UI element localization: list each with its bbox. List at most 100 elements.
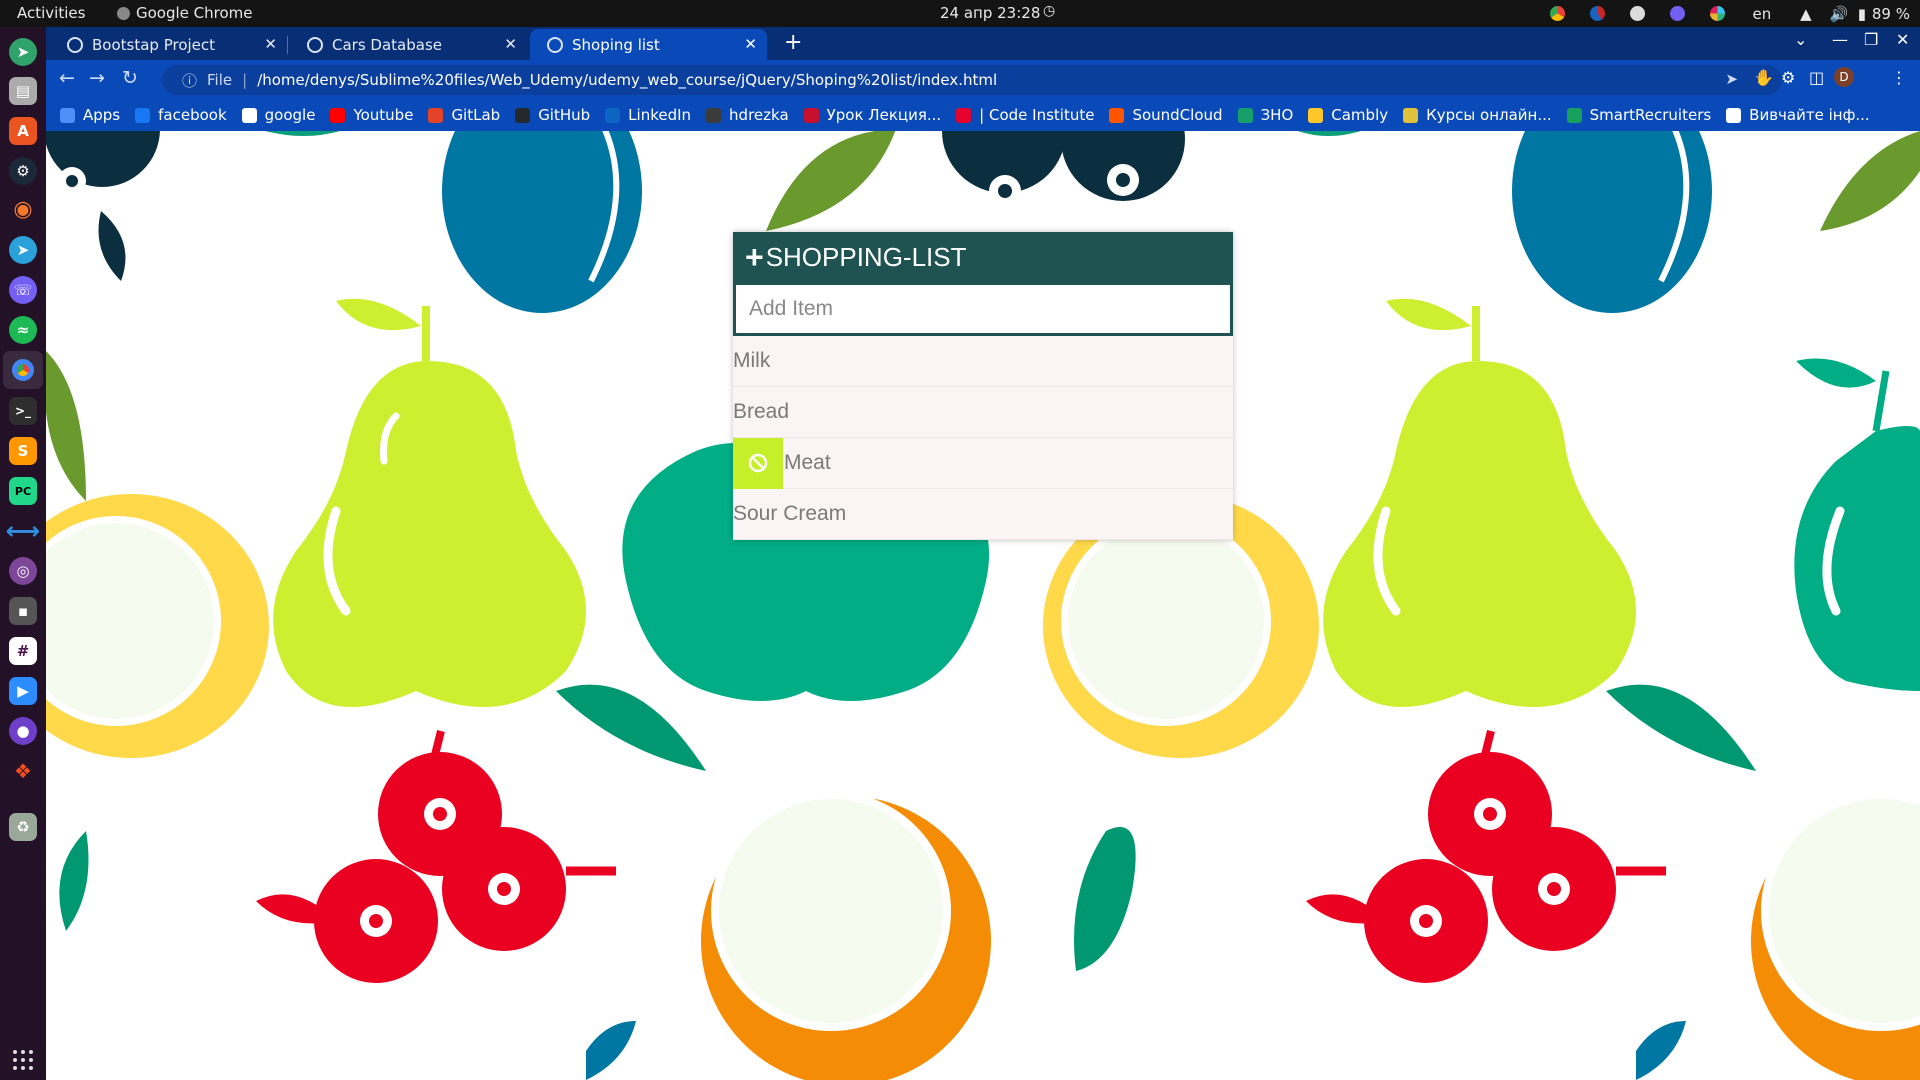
bookmark-item[interactable]: Курсы онлайн... [1403, 106, 1552, 124]
ban-icon [748, 453, 768, 473]
chrome-alt-tray-icon[interactable] [1578, 3, 1618, 24]
forward-button[interactable]: → [89, 67, 105, 89]
viber-icon[interactable]: ☏ [9, 276, 37, 304]
system-tray[interactable]: en ▲ 🔊 ▮ 89 % [1538, 3, 1910, 24]
terminal-icon[interactable]: >_ [9, 397, 37, 425]
trash-icon[interactable]: ♻ [9, 813, 37, 841]
bookmark-item[interactable]: SoundCloud [1109, 106, 1223, 124]
bookmark-label: facebook [158, 106, 227, 124]
chrome-dock-icon[interactable] [3, 351, 43, 389]
add-toggle-icon[interactable]: + [745, 241, 764, 273]
bookmark-item[interactable]: Youtube [330, 106, 413, 124]
bookmark-label: hdrezka [729, 106, 789, 124]
bookmark-item[interactable]: facebook [135, 106, 227, 124]
wifi-icon[interactable]: ▲ [1786, 3, 1826, 24]
delete-item-button[interactable] [733, 437, 783, 489]
tab-bootstrap-project[interactable]: Bootstap Project ✕ [50, 29, 288, 60]
menu-kebab-icon[interactable]: ⋮ [1891, 68, 1907, 87]
bookmark-item[interactable]: Cambly [1308, 106, 1388, 124]
send-to-devices-icon[interactable]: ➤ [1725, 70, 1738, 88]
tab-search-icon[interactable]: ⌄ [1794, 30, 1807, 49]
language-indicator[interactable]: en [1738, 3, 1786, 24]
clock[interactable]: 24 апр 23:28 [940, 4, 1040, 22]
show-applications-icon[interactable] [13, 1050, 33, 1070]
new-tab-button[interactable]: + [784, 30, 802, 55]
globe-icon [307, 36, 323, 53]
minimize-button[interactable]: — [1832, 30, 1848, 49]
side-panel-icon[interactable]: ◫ [1809, 68, 1824, 87]
bookmark-item[interactable]: GitHub [515, 106, 590, 124]
list-item[interactable]: Sour Cream [733, 489, 1233, 540]
list-item[interactable]: Bread [733, 387, 1233, 438]
telegram-icon[interactable]: ➤ [9, 236, 37, 264]
pycharm-icon[interactable]: PC [9, 477, 37, 505]
add-item-input[interactable] [733, 282, 1233, 336]
bookmark-label: Apps [83, 106, 121, 124]
vscode-icon[interactable]: ⟷ [6, 517, 40, 545]
bookmark-item[interactable]: google [241, 106, 316, 124]
slack-icon[interactable]: # [9, 637, 37, 665]
software-center-icon[interactable]: A [9, 117, 37, 145]
chrome-tray-icon[interactable] [1538, 3, 1578, 24]
browser-toolbar: ← → ↻ ⓘ File | /home/denys/Sublime%20fil… [46, 60, 1920, 99]
list-item[interactable]: Milk [733, 336, 1233, 387]
page-viewport: + SHOPPING-LIST Milk Bread Meat [46, 131, 1920, 1080]
bookmark-label: SoundCloud [1132, 106, 1223, 124]
volume-icon[interactable]: 🔊 [1826, 3, 1852, 24]
sublime-text-icon[interactable]: S [9, 437, 37, 465]
close-tab-icon[interactable]: ✕ [264, 35, 277, 53]
github-desktop-icon[interactable]: ● [9, 717, 37, 745]
tab-cars-database[interactable]: Cars Database ✕ [290, 29, 527, 60]
usb-creator-icon[interactable]: ▪ [9, 597, 37, 625]
profile-avatar[interactable]: D [1834, 67, 1854, 87]
telegram-desktop-icon[interactable]: ➤ [9, 38, 37, 66]
info-icon[interactable]: ⓘ [182, 70, 197, 91]
list-item[interactable]: Meat [733, 437, 1233, 489]
bookmark-item[interactable]: GitLab [428, 106, 500, 124]
figma-icon[interactable]: ❖ [9, 757, 37, 785]
address-bar[interactable]: ⓘ File | /home/denys/Sublime%20files/Web… [162, 65, 1782, 95]
extension-adblock-icon[interactable]: ✋ [1754, 68, 1774, 87]
globe-icon [547, 36, 563, 53]
viber-tray-icon[interactable] [1658, 3, 1698, 24]
bookmark-favicon-icon [135, 107, 151, 123]
steam-icon[interactable]: ⚙ [9, 157, 37, 185]
battery-icon[interactable]: ▮ [1852, 3, 1872, 24]
zoom-icon[interactable]: ▶ [9, 677, 37, 705]
url-text[interactable]: /home/denys/Sublime%20files/Web_Udemy/ud… [257, 71, 997, 89]
bookmark-label: Урок Лекция... [826, 106, 942, 124]
extensions-puzzle-icon[interactable]: ⚙ [1781, 68, 1795, 87]
bookmark-item[interactable]: LinkedIn [605, 106, 691, 124]
browser-chrome: Bootstap Project ✕ Cars Database ✕ Shopi… [46, 27, 1920, 150]
close-tab-icon[interactable]: ✕ [504, 35, 517, 53]
bookmark-label: google [264, 106, 316, 124]
bookmark-item[interactable]: Урок Лекция... [803, 106, 942, 124]
bookmark-item[interactable]: ЗНО [1237, 106, 1293, 124]
bookmark-item[interactable]: hdrezka [706, 106, 789, 124]
close-tab-icon[interactable]: ✕ [744, 35, 757, 53]
back-button[interactable]: ← [59, 67, 75, 89]
reload-button[interactable]: ↻ [122, 67, 138, 89]
app-menu[interactable]: Google Chrome [117, 4, 253, 22]
bookmark-item[interactable]: | Code Institute [956, 106, 1094, 124]
tor-browser-icon[interactable]: ◎ [9, 557, 37, 585]
slack-tray-icon[interactable] [1698, 3, 1738, 24]
files-icon[interactable]: ▤ [9, 77, 37, 105]
dock: ➤ ▤ A ⚙ ◉ ➤ ☏ ≈ >_ S PC ⟷ ◎ ▪ # ▶ ● ❖ ♻ [0, 27, 46, 1080]
bookmark-label: | Code Institute [979, 106, 1095, 124]
close-window-button[interactable]: ✕ [1896, 30, 1909, 49]
bookmark-item[interactable]: SmartRecruiters [1566, 106, 1712, 124]
shopping-items-list: Milk Bread Meat Sour Cream [733, 336, 1233, 540]
blender-icon[interactable]: ◉ [9, 195, 37, 223]
activities-button[interactable]: Activities [17, 4, 85, 22]
bookmark-item[interactable]: Вивчайте інф... [1726, 106, 1870, 124]
bookmark-item[interactable]: Apps [60, 106, 120, 124]
bookmark-label: SmartRecruiters [1589, 106, 1712, 124]
bookmark-favicon-icon [803, 107, 819, 123]
bookmark-favicon-icon [241, 107, 257, 123]
restore-button[interactable]: ❐ [1864, 30, 1878, 49]
steam-tray-icon[interactable] [1618, 3, 1658, 24]
spotify-icon[interactable]: ≈ [9, 316, 37, 344]
shopping-list-title: SHOPPING-LIST [765, 241, 967, 272]
tab-shoping-list[interactable]: Shoping list ✕ [530, 29, 767, 60]
